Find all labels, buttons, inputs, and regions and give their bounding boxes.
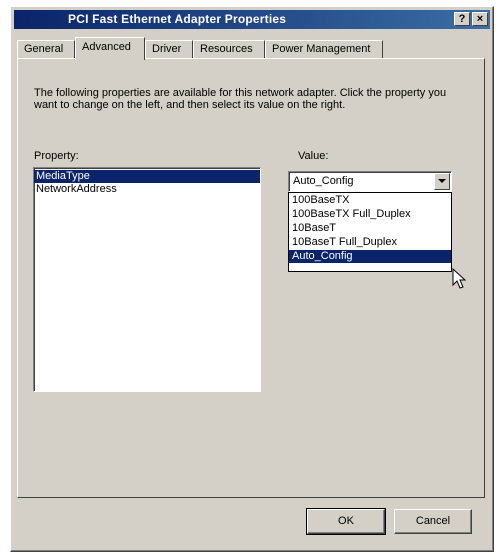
arrow-pointer-icon xyxy=(452,268,466,289)
tab-power-management[interactable]: Power Management xyxy=(265,40,383,59)
tab-strip: General Advanced Driver Resources Power … xyxy=(17,37,483,60)
title-bar[interactable]: PCI Fast Ethernet Adapter Properties ? × xyxy=(14,10,490,29)
value-dropdown-list[interactable]: 100BaseTX 100BaseTX Full_Duplex 10BaseT … xyxy=(288,192,452,272)
property-item-mediatype[interactable]: MediaType xyxy=(34,170,260,183)
option-auto-config[interactable]: Auto_Config xyxy=(289,250,451,263)
option-10baset[interactable]: 10BaseT xyxy=(289,222,451,235)
help-button[interactable]: ? xyxy=(454,12,470,26)
properties-dialog: PCI Fast Ethernet Adapter Properties ? ×… xyxy=(10,6,494,552)
option-10baset-full-duplex[interactable]: 10BaseT Full_Duplex xyxy=(289,236,451,249)
advanced-tab-panel: The following properties are available f… xyxy=(17,58,485,498)
property-listbox[interactable]: MediaType NetworkAddress xyxy=(33,167,261,392)
tab-general[interactable]: General xyxy=(17,40,75,59)
property-label: Property: xyxy=(34,150,79,162)
option-100basetx[interactable]: 100BaseTX xyxy=(289,194,451,207)
chevron-down-icon[interactable] xyxy=(434,173,450,190)
value-combobox-text: Auto_Config xyxy=(293,175,354,187)
close-button[interactable]: × xyxy=(472,12,488,26)
cancel-button[interactable]: Cancel xyxy=(394,509,472,534)
tab-driver[interactable]: Driver xyxy=(145,40,193,59)
value-label: Value: xyxy=(298,150,329,162)
tab-resources[interactable]: Resources xyxy=(193,40,265,59)
ok-button[interactable]: OK xyxy=(306,508,386,535)
description-text: The following properties are available f… xyxy=(34,87,447,111)
option-100basetx-full-duplex[interactable]: 100BaseTX Full_Duplex xyxy=(289,208,451,221)
tab-advanced[interactable]: Advanced xyxy=(75,37,145,60)
value-combobox[interactable]: Auto_Config xyxy=(288,171,452,192)
property-item-networkaddress[interactable]: NetworkAddress xyxy=(34,183,260,196)
window-title: PCI Fast Ethernet Adapter Properties xyxy=(68,12,287,26)
